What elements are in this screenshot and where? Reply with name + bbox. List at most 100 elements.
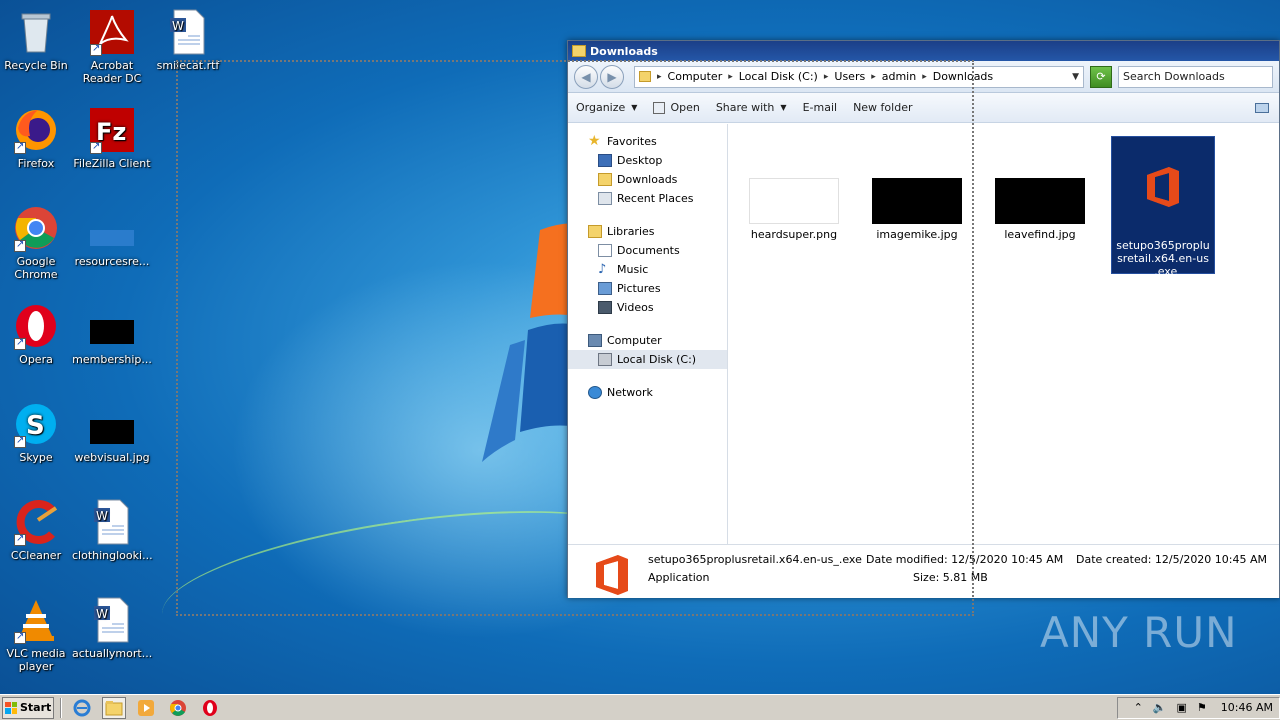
change-view-icon[interactable] xyxy=(1255,102,1269,113)
file-explorer-icon[interactable] xyxy=(102,696,126,719)
file-item-selected[interactable]: setupo365proplusretail.x64.en-us_.exe xyxy=(1111,136,1215,278)
file-item[interactable]: leavefind.jpg xyxy=(988,178,1092,241)
file-list: heardsuper.png imagemike.jpg leavefind.j… xyxy=(728,124,1279,544)
forward-button[interactable]: ▶ xyxy=(600,64,624,89)
breadcrumb-item-users[interactable]: Users xyxy=(834,70,865,83)
nav-pictures[interactable]: Pictures xyxy=(568,279,727,298)
nav-network[interactable]: Network xyxy=(568,383,727,402)
desktop-icon-chrome[interactable]: Google Chrome xyxy=(0,204,76,281)
folder-icon xyxy=(639,71,651,82)
image-file-icon xyxy=(88,400,136,448)
desktop-icon-acrobat[interactable]: Acrobat Reader DC xyxy=(72,8,152,85)
breadcrumb-item-computer[interactable]: Computer xyxy=(668,70,723,83)
desktop-icon-label: FileZilla Client xyxy=(73,157,151,170)
nav-computer[interactable]: Computer xyxy=(568,331,727,350)
search-input[interactable]: Search Downloads xyxy=(1118,65,1273,88)
chevron-right-icon[interactable]: ▸ xyxy=(871,72,876,82)
breadcrumb-item-downloads[interactable]: Downloads xyxy=(933,70,993,83)
chevron-down-icon[interactable]: ▼ xyxy=(1072,72,1079,82)
opera-icon xyxy=(12,302,60,350)
chevron-right-icon[interactable]: ▸ xyxy=(922,72,927,82)
drive-icon xyxy=(598,353,612,366)
new-folder-button[interactable]: New folder xyxy=(853,101,912,114)
chevron-down-icon: ▼ xyxy=(780,103,787,112)
internet-explorer-icon[interactable] xyxy=(70,697,94,719)
media-player-icon[interactable] xyxy=(134,697,158,719)
desktop-icon-label: CCleaner xyxy=(10,549,62,562)
nav-label: Local Disk (C:) xyxy=(617,353,697,366)
refresh-icon[interactable]: ⟳ xyxy=(1090,65,1112,88)
breadcrumb[interactable]: ▸ Computer ▸ Local Disk (C:) ▸ Users ▸ a… xyxy=(634,65,1084,88)
explorer-window[interactable]: Downloads ◀ ▶ ▸ Computer ▸ Local Disk (C… xyxy=(567,40,1280,598)
file-item[interactable]: imagemike.jpg xyxy=(865,178,969,241)
action-center-flag-icon[interactable]: ⚑ xyxy=(1197,701,1207,714)
opera-icon[interactable] xyxy=(198,697,222,719)
start-button[interactable]: Start xyxy=(2,696,54,719)
breadcrumb-item-local-disk[interactable]: Local Disk (C:) xyxy=(739,70,818,83)
nav-favorites[interactable]: ★ Favorites xyxy=(568,132,727,151)
nav-recent-places[interactable]: Recent Places xyxy=(568,189,727,208)
breadcrumb-item-admin[interactable]: admin xyxy=(882,70,916,83)
details-pane: setupo365proplusretail.x64.en-us_.exe Ap… xyxy=(568,544,1279,598)
nav-local-disk[interactable]: Local Disk (C:) xyxy=(568,350,727,369)
nav-label: Documents xyxy=(617,244,680,257)
desktop-icon-filezilla[interactable]: Fz FileZilla Client xyxy=(72,106,152,170)
chevron-right-icon[interactable]: ▸ xyxy=(824,72,829,82)
open-button[interactable]: Open xyxy=(653,101,700,114)
desktop-icon-actuallymort[interactable]: W actuallymort... xyxy=(72,596,152,660)
nav-videos[interactable]: Videos xyxy=(568,298,727,317)
chevron-right-icon[interactable]: ▸ xyxy=(657,72,662,82)
desktop-icon-resourcesre[interactable]: resourcesre... xyxy=(72,204,152,268)
nav-desktop[interactable]: Desktop xyxy=(568,151,727,170)
command-bar: Organize ▼ Open Share with ▼ E-mail New fo… xyxy=(568,93,1279,123)
videos-icon xyxy=(598,301,612,314)
chevron-down-icon: ▼ xyxy=(631,103,638,112)
svg-text:W: W xyxy=(172,19,184,33)
show-hidden-icons-icon[interactable]: ⌃ xyxy=(1134,701,1143,714)
nav-music[interactable]: ♪ Music xyxy=(568,260,727,279)
organize-button[interactable]: Organize ▼ xyxy=(576,101,637,114)
desktop-icon-firefox[interactable]: Firefox xyxy=(0,106,76,170)
nav-documents[interactable]: Documents xyxy=(568,241,727,260)
recycle-bin-icon xyxy=(12,8,60,56)
network-tray-icon[interactable]: ▣ xyxy=(1177,701,1187,714)
share-with-button[interactable]: Share with ▼ xyxy=(716,101,787,114)
email-button[interactable]: E-mail xyxy=(803,101,838,114)
desktop-icon-label: Skype xyxy=(19,451,53,464)
shortcut-arrow-icon xyxy=(14,532,26,546)
desktop-icon-membership[interactable]: membership... xyxy=(72,302,152,366)
desktop-icon-opera[interactable]: Opera xyxy=(0,302,76,366)
clock[interactable]: 10:46 AM xyxy=(1221,701,1273,714)
nav-label: Pictures xyxy=(617,282,661,295)
desktop-icon-clothinglooki[interactable]: W clothinglooki... xyxy=(72,498,153,562)
date-modified-label: Date modified: xyxy=(866,553,948,566)
image-thumbnail xyxy=(872,178,962,224)
desktop-icon-skype[interactable]: S Skype xyxy=(0,400,76,464)
desktop-icon-smilecat[interactable]: W smilecat.rtf xyxy=(148,8,228,72)
volume-icon[interactable]: 🔈 xyxy=(1153,701,1167,714)
recent-places-icon xyxy=(598,192,612,205)
word-document-icon: W xyxy=(88,498,136,546)
nav-libraries[interactable]: Libraries xyxy=(568,222,727,241)
svg-text:W: W xyxy=(96,607,108,621)
image-thumbnail xyxy=(995,178,1085,224)
chevron-right-icon[interactable]: ▸ xyxy=(728,72,733,82)
size-value: 5.81 MB xyxy=(942,571,988,584)
desktop-icon-label: clothinglooki... xyxy=(72,549,153,562)
desktop-icon-ccleaner[interactable]: CCleaner xyxy=(0,498,76,562)
file-name: imagemike.jpg xyxy=(876,228,958,241)
desktop-icon-label: smilecat.rtf xyxy=(156,59,220,72)
desktop-icon-webvisual[interactable]: webvisual.jpg xyxy=(72,400,152,464)
chrome-icon[interactable] xyxy=(166,697,190,719)
desktop-icon-recycle-bin[interactable]: Recycle Bin xyxy=(0,8,76,72)
shortcut-arrow-icon xyxy=(14,238,26,252)
nav-downloads[interactable]: Downloads xyxy=(568,170,727,189)
desktop-icon-vlc[interactable]: VLC media player xyxy=(0,596,76,673)
svg-text:S: S xyxy=(26,411,45,441)
file-item[interactable]: heardsuper.png xyxy=(742,178,846,241)
downloads-folder-icon xyxy=(598,173,612,186)
window-titlebar[interactable]: Downloads xyxy=(568,41,1279,61)
pictures-icon xyxy=(598,282,612,295)
back-button[interactable]: ◀ xyxy=(574,64,598,89)
navigation-pane: ★ Favorites Desktop Downloads Recent Pla… xyxy=(568,124,728,544)
